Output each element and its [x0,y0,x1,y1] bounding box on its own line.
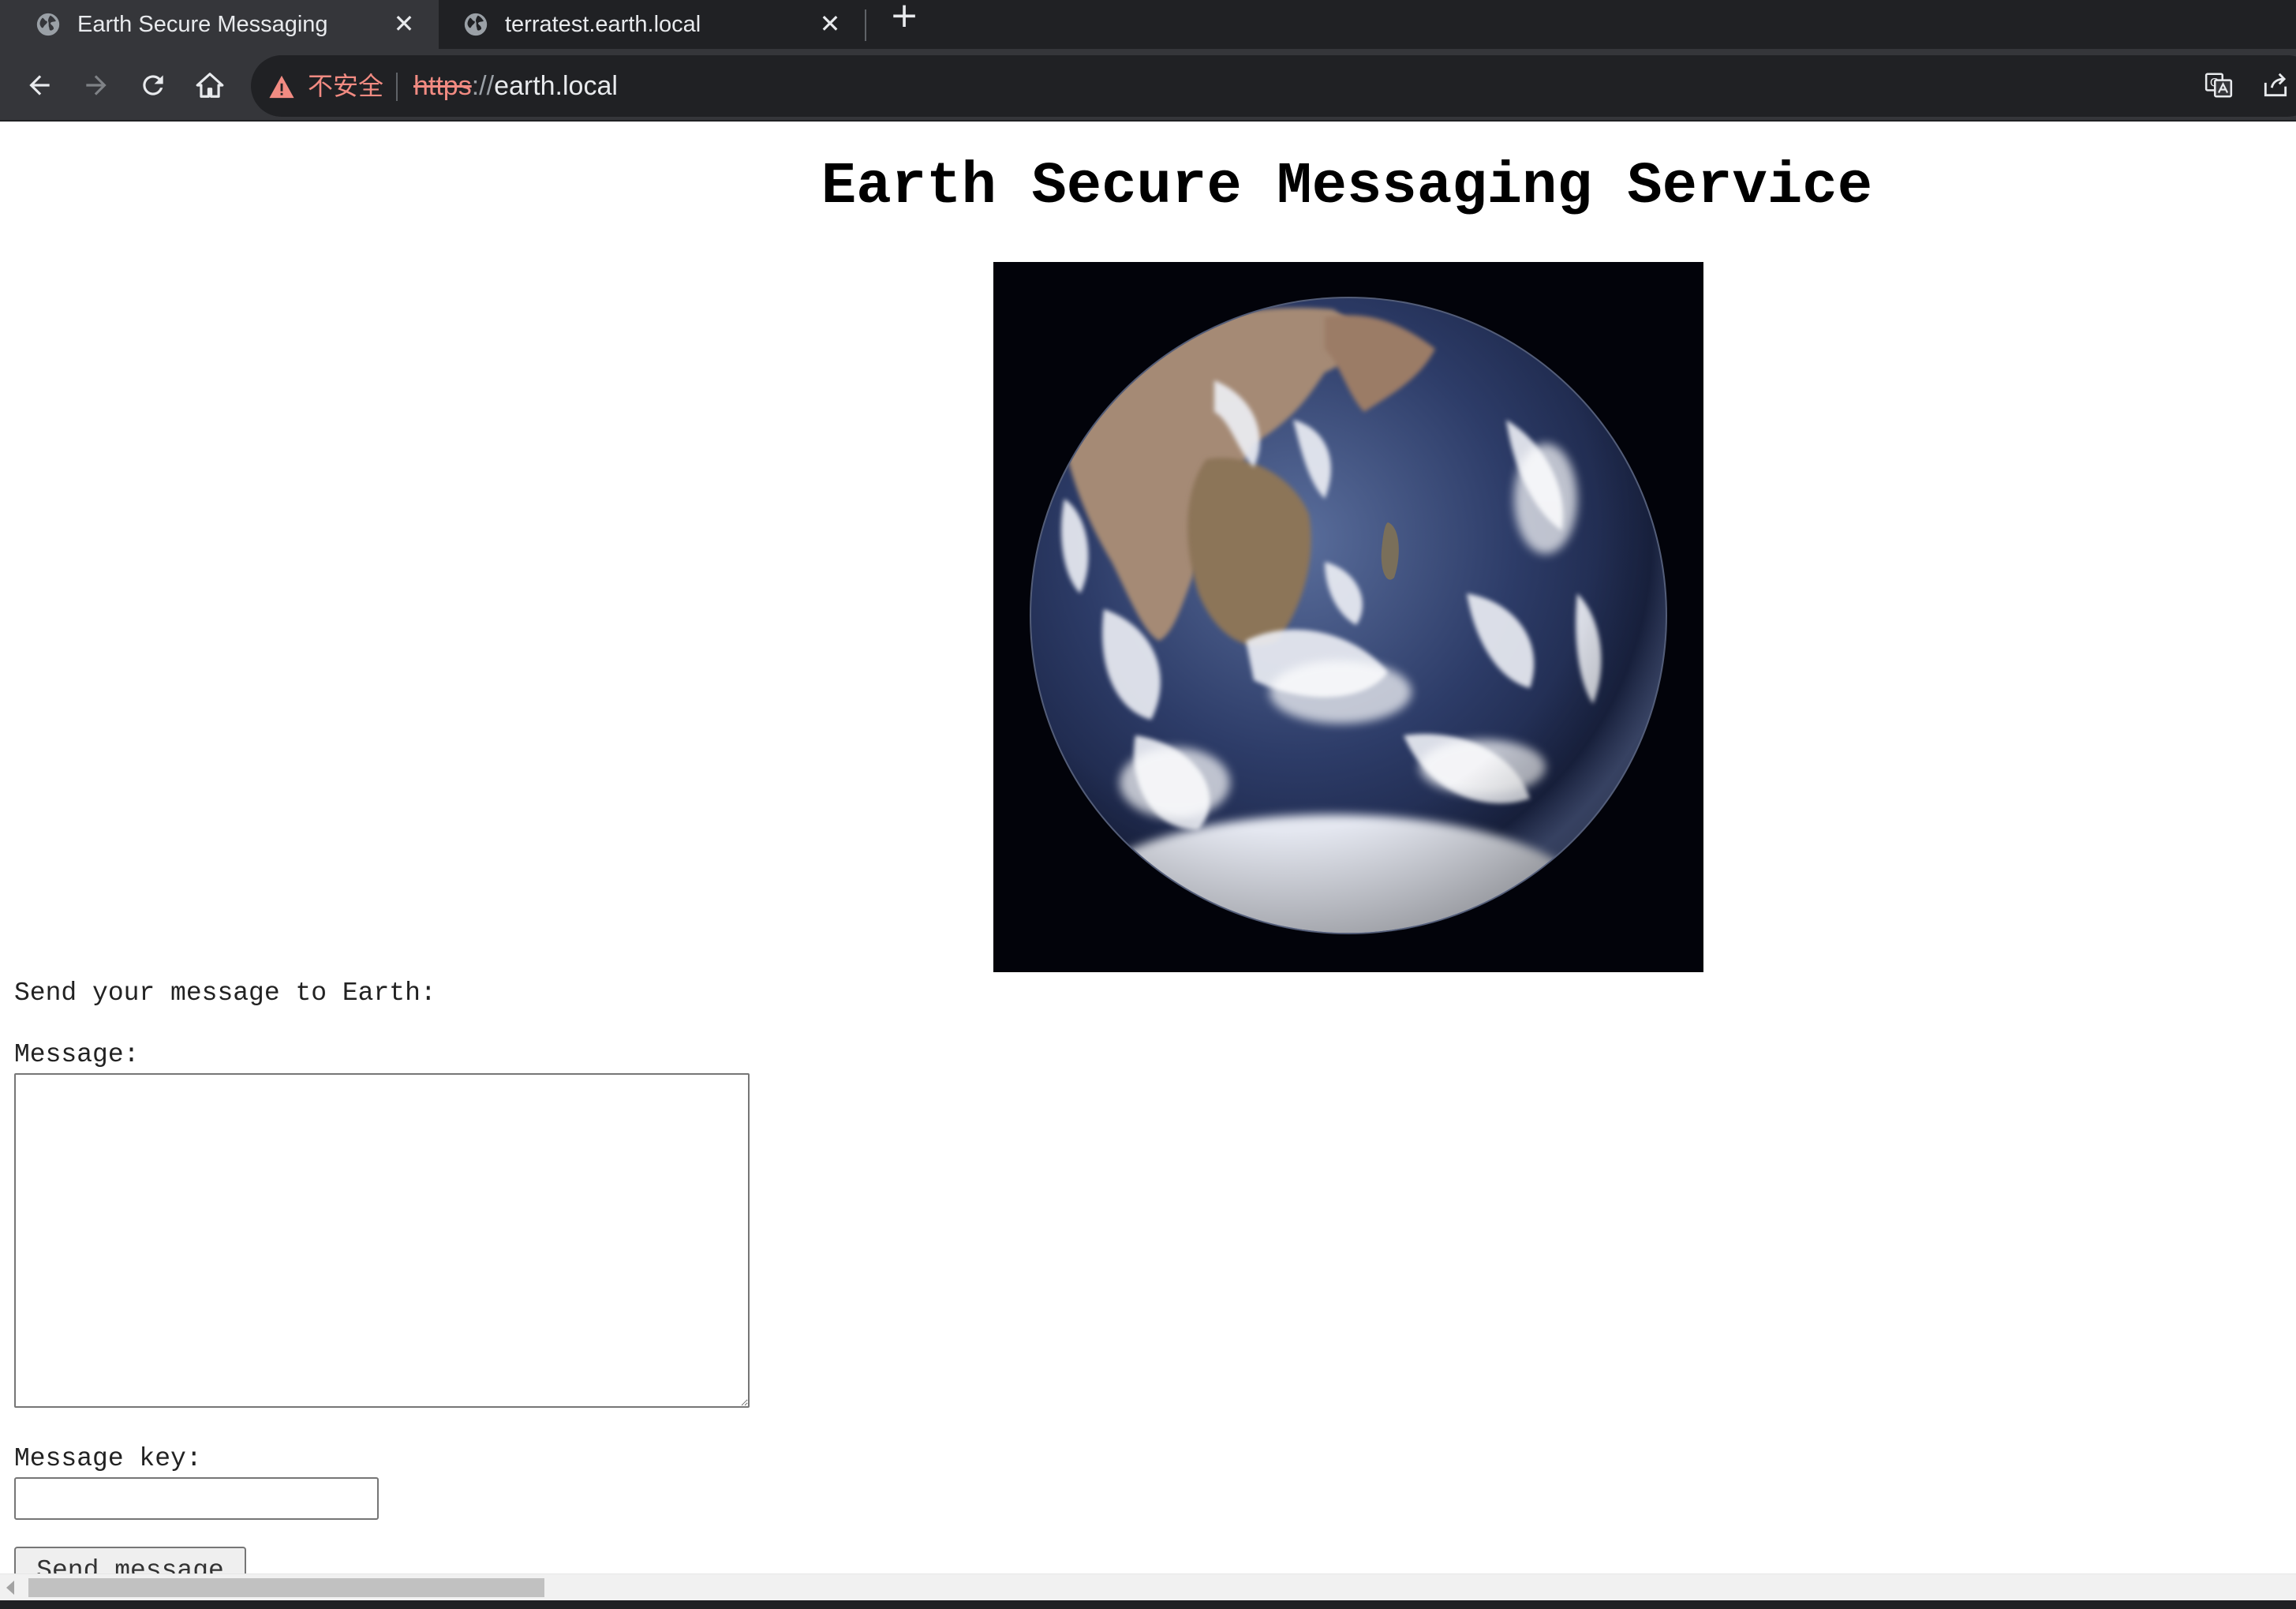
tab-title: terratest.earth.local [505,11,701,37]
new-tab-button[interactable]: + [887,0,922,35]
url-text[interactable]: https://earth.local [413,55,618,117]
page-viewport: Earth Secure Messaging Service Send your… [0,122,2296,1573]
warning-triangle-icon [269,75,294,99]
share-icon [2264,73,2287,97]
home-icon [196,73,224,98]
tab-earth-secure-messaging[interactable]: Earth Secure Messaging ✕ [0,0,439,49]
send-message-button[interactable]: Send message [14,1547,246,1573]
message-key-label: Message key: [14,1444,202,1473]
omnibox-divider [396,73,398,101]
window-bottom-edge [0,1600,2296,1609]
form-intro-text: Send your message to Earth: [14,978,436,1008]
translate-button[interactable]: G [2198,65,2239,106]
address-bar[interactable]: 不安全 https://earth.local [251,55,2296,117]
url-host: earth.local [494,71,618,101]
forward-button[interactable] [76,65,117,106]
tab-separator [865,9,866,41]
page-title: Earth Secure Messaging Service [821,154,1873,220]
share-button[interactable] [2255,65,2296,106]
scroll-left-arrow-icon[interactable] [6,1581,14,1595]
home-button[interactable] [189,65,230,106]
reload-button[interactable] [133,65,174,106]
globe-icon [36,13,60,36]
back-button[interactable] [19,65,60,106]
translate-icon: G [2204,73,2233,98]
tab-strip: Earth Secure Messaging ✕ terratest.earth… [0,0,2296,49]
back-arrow-icon [29,75,50,95]
url-scheme: https [413,71,472,101]
browser-toolbar: 不安全 https://earth.local G [0,49,2296,122]
scrollbar-thumb[interactable] [28,1578,544,1597]
message-textarea[interactable] [14,1073,750,1408]
tab-title: Earth Secure Messaging [77,11,328,37]
message-label: Message: [14,1040,140,1069]
earth-globe-image [993,262,1703,972]
close-tab-icon[interactable]: ✕ [813,6,847,41]
forward-arrow-icon [86,75,107,95]
reload-icon [143,75,163,95]
horizontal-scrollbar[interactable] [0,1573,2296,1600]
close-tab-icon[interactable]: ✕ [387,6,421,41]
not-secure-label[interactable]: 不安全 [308,55,383,117]
globe-icon [464,13,488,36]
tab-terratest[interactable]: terratest.earth.local ✕ [439,0,865,49]
url-separator: :// [471,71,495,101]
earth-image [993,262,1703,972]
message-key-input[interactable] [14,1477,379,1520]
